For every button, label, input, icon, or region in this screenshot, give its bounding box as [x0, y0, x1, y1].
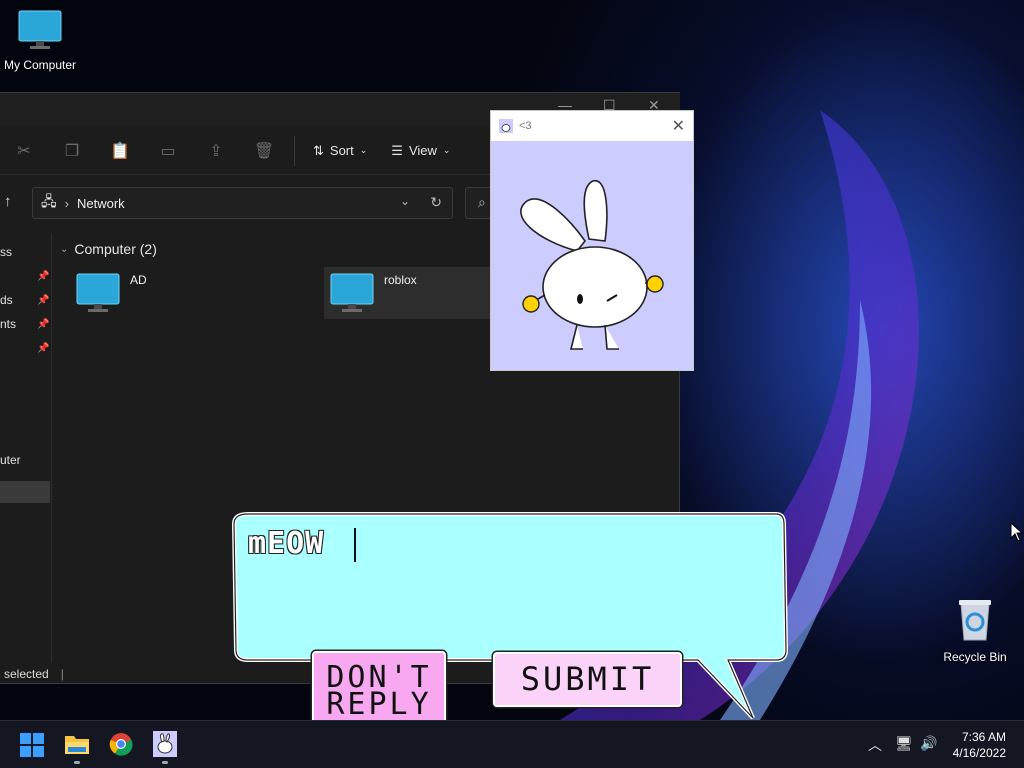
nav-item-label[interactable]: ds [0, 293, 13, 307]
network-icon[interactable]: 🖥 [895, 735, 913, 752]
nav-item-selected[interactable] [0, 481, 50, 503]
nav-item-label[interactable]: ss [0, 245, 12, 259]
share-icon[interactable]: ⇪ [192, 141, 240, 161]
start-icon[interactable] [20, 733, 44, 757]
computer-icon [18, 10, 62, 49]
bunny-window-titlebar[interactable]: <3 ✕ [491, 111, 693, 141]
sort-label: Sort [329, 143, 354, 158]
desktop-icon-recycle-bin[interactable]: Recycle Bin [940, 598, 1010, 664]
sort-button[interactable]: ⇅ Sort ⌄ [301, 143, 379, 159]
toolbar-divider [294, 135, 295, 166]
close-icon[interactable]: ✕ [672, 116, 685, 136]
running-indicator [74, 761, 80, 764]
pin-icon: 📌 [37, 319, 50, 330]
computer-icon [330, 273, 374, 312]
chevron-down-icon[interactable]: ⌄ [400, 194, 410, 208]
sort-icon: ⇅ [313, 142, 324, 158]
pin-icon: 📌 [37, 271, 50, 282]
list-item[interactable]: AD [70, 267, 320, 319]
pin-icon: 📌 [37, 343, 50, 354]
desktop-icon-label: Recycle Bin [943, 650, 1007, 664]
clock-time: 7:36 AM [961, 730, 1006, 744]
nav-item-label[interactable]: uter [0, 453, 21, 467]
status-divider: | [60, 667, 64, 681]
refresh-icon[interactable]: ↻ [430, 194, 442, 211]
desktop-icon-my-computer[interactable]: My Computer [2, 10, 78, 72]
group-header[interactable]: ⌄ Computer (2) [60, 241, 157, 257]
address-bar[interactable]: 🖧 › Network ⌄ ↻ [32, 187, 453, 219]
clock-date: 4/16/2022 [952, 746, 1006, 760]
chevron-up-icon[interactable]: ︿ [868, 735, 882, 755]
paste-icon[interactable]: 📋 [96, 141, 144, 161]
up-arrow-icon[interactable]: ↑ [4, 193, 12, 210]
bunny-canvas [491, 141, 693, 370]
bunny-app-icon[interactable] [153, 731, 177, 757]
bunny-window[interactable]: <3 ✕ [490, 110, 694, 371]
breadcrumb-chevron-icon: › [64, 195, 69, 211]
dont-reply-button[interactable]: DON'T REPLY [312, 651, 446, 731]
network-icon: 🖧 [41, 193, 57, 209]
mouse-cursor-icon [1010, 522, 1024, 542]
taskbar: ︿ 🖥 🔊 7:36 AM 4/16/2022 [0, 720, 1024, 768]
delete-icon[interactable]: 🗑 [240, 141, 288, 161]
computer-icon [76, 273, 120, 312]
desktop-icon-label: My Computer [3, 58, 77, 72]
message-input[interactable]: mEOW [248, 526, 324, 561]
text-caret [354, 528, 356, 562]
group-header-label: Computer (2) [74, 241, 157, 257]
chevron-down-icon: ⌄ [359, 145, 368, 155]
bunny-window-title: <3 [519, 120, 532, 132]
volume-icon[interactable]: 🔊 [920, 735, 937, 752]
bunny-illustration [520, 180, 664, 350]
navigation-pane: ss 📌 ds 📌 nts 📌 📌 uter [0, 233, 52, 663]
chevron-down-icon: ⌄ [442, 145, 451, 155]
status-text: selected [4, 667, 49, 681]
bunny-app-icon [499, 119, 513, 133]
list-item[interactable]: roblox [324, 267, 499, 319]
file-explorer-icon[interactable] [64, 733, 90, 755]
item-name: AD [130, 273, 147, 287]
running-indicator [162, 761, 168, 764]
nav-item-label[interactable]: nts [0, 317, 16, 331]
view-label: View [408, 143, 437, 158]
recycle-bin-icon [959, 600, 991, 641]
system-clock[interactable]: 7:36 AM 4/16/2022 [953, 729, 1006, 761]
search-icon: ⌕ [478, 194, 486, 210]
view-icon: ☰ [391, 142, 403, 158]
breadcrumb-network[interactable]: Network [77, 196, 125, 211]
submit-button[interactable]: SUBMIT [493, 652, 682, 707]
item-name: roblox [384, 273, 417, 287]
chrome-icon[interactable] [109, 732, 133, 756]
cut-icon[interactable]: ✂ [0, 141, 48, 161]
rename-icon[interactable]: ▭ [144, 141, 192, 161]
copy-icon[interactable]: ❐ [48, 141, 96, 161]
view-button[interactable]: ☰ View ⌄ [379, 143, 462, 159]
chevron-down-icon: ⌄ [60, 243, 69, 255]
pin-icon: 📌 [37, 295, 50, 306]
